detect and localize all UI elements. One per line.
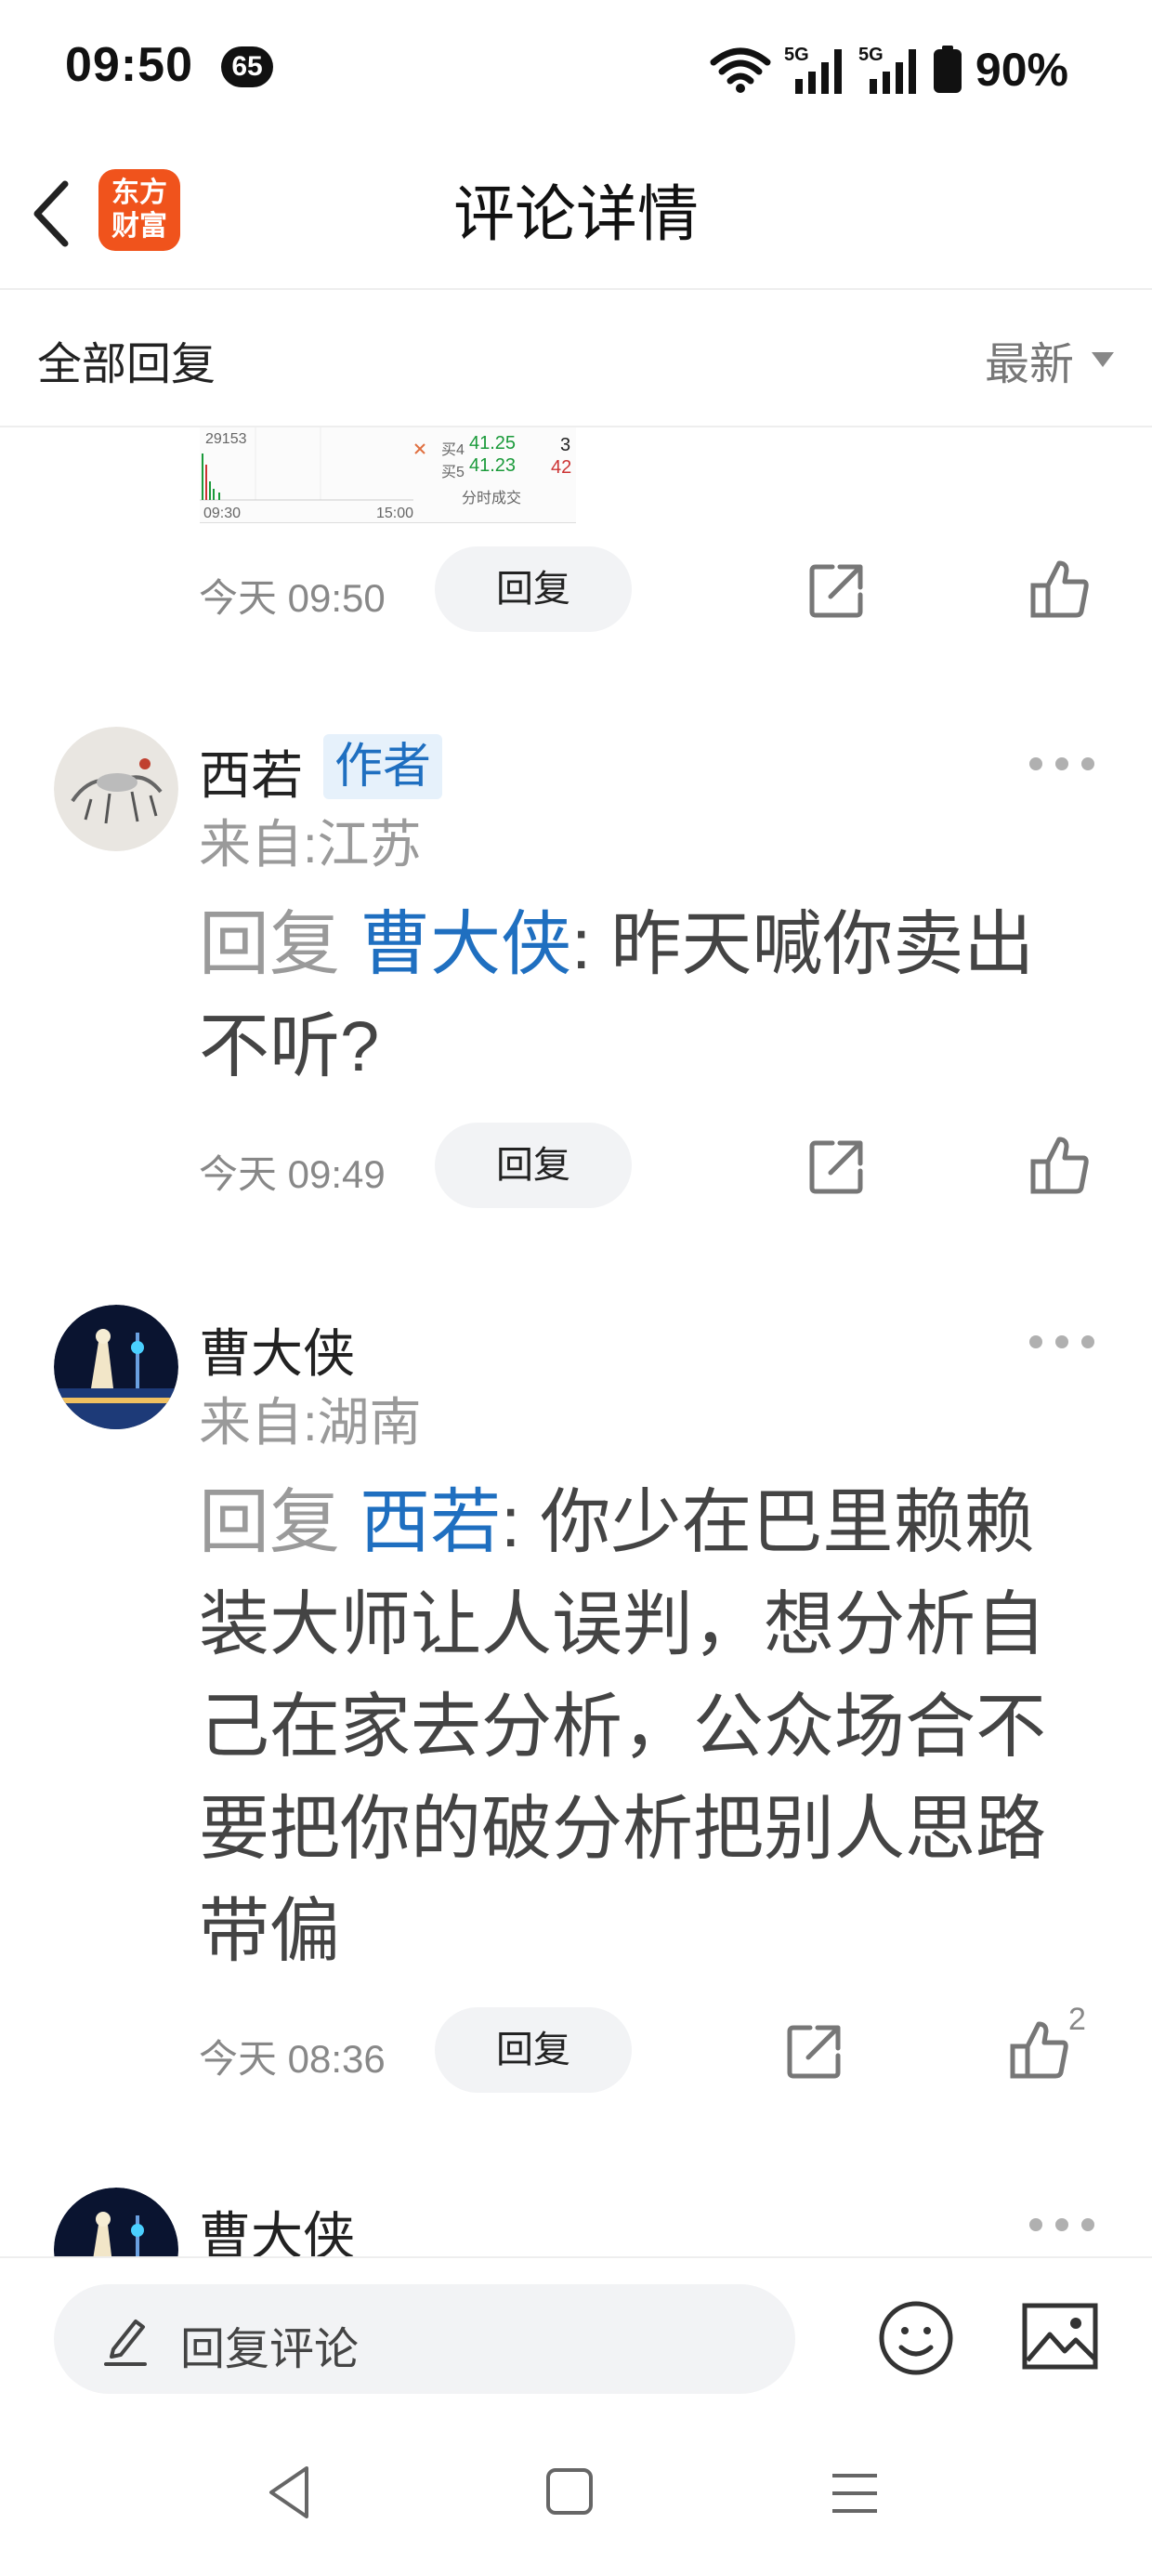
reply-button[interactable]: 回复 <box>435 546 632 632</box>
share-icon[interactable] <box>808 1137 866 1195</box>
like-count: 2 <box>1068 2002 1086 2037</box>
order-row-qty: 42 <box>551 457 572 478</box>
share-icon[interactable] <box>808 561 866 619</box>
reply-input-placeholder: 回复评论 <box>180 2325 360 2374</box>
network-2-label: 5G <box>858 45 884 65</box>
mention-link[interactable]: 西若 <box>360 1483 501 1562</box>
notification-count-badge: 65 <box>221 46 273 87</box>
reply-button[interactable]: 回复 <box>435 1123 632 1208</box>
username[interactable]: 曹大侠 <box>199 2195 355 2256</box>
author-badge: 作者 <box>323 734 443 799</box>
share-icon[interactable] <box>786 2022 844 2080</box>
system-menu-icon[interactable] <box>831 2470 879 2517</box>
avatar[interactable] <box>54 727 178 851</box>
filter-label: 全部回复 <box>37 340 216 389</box>
comment-item: 曹大侠 来自:湖南 回复 西若: 你少在巴里赖赖装大师让人误判，想分析自己在家去… <box>0 1305 1152 1992</box>
order-row-price: 41.23 <box>469 455 517 476</box>
comment-text: 回复 曹大侠: 昨天喊你卖出不听? <box>199 894 1072 1098</box>
comment-feed[interactable]: 29153 09:30 15:00 买4 41.25 3 买5 41.23 42… <box>0 427 1152 2256</box>
comment-timestamp: 今天 09:49 <box>199 1152 386 1196</box>
comment-text: 回复 西若: 你少在巴里赖赖装大师让人误判，想分析自己在家去分析，公众场合不要把… <box>199 1472 1072 1983</box>
comment-timestamp: 今天 09:50 <box>199 576 386 620</box>
more-options-icon[interactable] <box>1029 2215 1094 2234</box>
reply-composer: 回复评论 <box>0 2256 1152 2416</box>
mention-link[interactable]: 曹大侠 <box>360 905 571 984</box>
system-home-icon[interactable] <box>546 2468 593 2515</box>
comment-item: 曹大侠 <box>0 2188 1152 2256</box>
battery-level: 90% <box>975 44 1068 96</box>
chart-time-start: 09:30 <box>203 506 242 521</box>
comment-actions: 今天 08:36 回复 2 <box>0 2002 1152 2095</box>
order-row-label: 买5 <box>441 465 465 480</box>
chart-footer-label: 分时成交 <box>462 491 522 506</box>
battery-icon <box>933 46 962 93</box>
image-icon[interactable] <box>1022 2303 1098 2370</box>
username[interactable]: 西若 <box>199 734 303 809</box>
order-row-label: 买4 <box>441 442 465 458</box>
page-title: 评论详情 <box>453 179 699 248</box>
reply-button[interactable]: 回复 <box>435 2007 632 2093</box>
user-location: 来自:江苏 <box>199 815 422 874</box>
order-row-qty: 3 <box>560 435 571 455</box>
avatar[interactable] <box>54 2188 178 2256</box>
status-icons: 5G 5G 90% <box>710 37 1068 102</box>
reply-comment-input[interactable]: 回复评论 <box>54 2284 795 2394</box>
filter-bar: 全部回复 最新 <box>0 290 1152 427</box>
more-options-icon[interactable] <box>1029 1333 1094 1351</box>
nav-header: 东方财富 评论详情 <box>0 139 1152 290</box>
signal-5g-icon: 5G <box>858 45 916 94</box>
reply-prefix: 回复 <box>199 1483 340 1562</box>
wifi-icon <box>710 47 771 93</box>
status-bar: 09:50 65 5G 5G 90% <box>0 0 1152 139</box>
system-back-icon[interactable] <box>262 2463 318 2522</box>
comment-actions: 今天 09:49 回复 <box>0 1117 1152 1210</box>
username[interactable]: 曹大侠 <box>199 1312 355 1387</box>
chart-time-end: 15:00 <box>376 506 414 521</box>
sort-selected-label: 最新 <box>984 340 1074 389</box>
pencil-icon <box>104 2320 147 2366</box>
thumbs-up-icon[interactable] <box>1029 1136 1091 1197</box>
thumbs-up-icon[interactable] <box>1009 2020 1070 2082</box>
comment-timestamp: 今天 08:36 <box>199 2037 386 2081</box>
sort-dropdown[interactable]: 最新 <box>985 327 1115 392</box>
status-time: 09:50 <box>65 38 193 92</box>
chart-price-label: 29153 <box>205 431 247 447</box>
user-location: 来自:湖南 <box>199 1393 422 1452</box>
attached-image-thumbnail[interactable]: 29153 09:30 15:00 买4 41.25 3 买5 41.23 42… <box>200 427 576 523</box>
thumbs-up-icon[interactable] <box>1029 559 1091 621</box>
triangle-down-icon <box>1092 352 1114 367</box>
system-nav-bar <box>0 2414 1152 2576</box>
order-row-price: 41.25 <box>469 433 517 453</box>
reply-prefix: 回复 <box>199 905 340 984</box>
avatar[interactable] <box>54 1305 178 1429</box>
more-options-icon[interactable] <box>1029 755 1094 773</box>
network-1-label: 5G <box>784 45 809 65</box>
emoji-icon[interactable] <box>877 2299 955 2377</box>
signal-5g-icon: 5G <box>784 45 842 94</box>
comment-actions: 今天 09:50 回复 <box>0 541 1152 634</box>
